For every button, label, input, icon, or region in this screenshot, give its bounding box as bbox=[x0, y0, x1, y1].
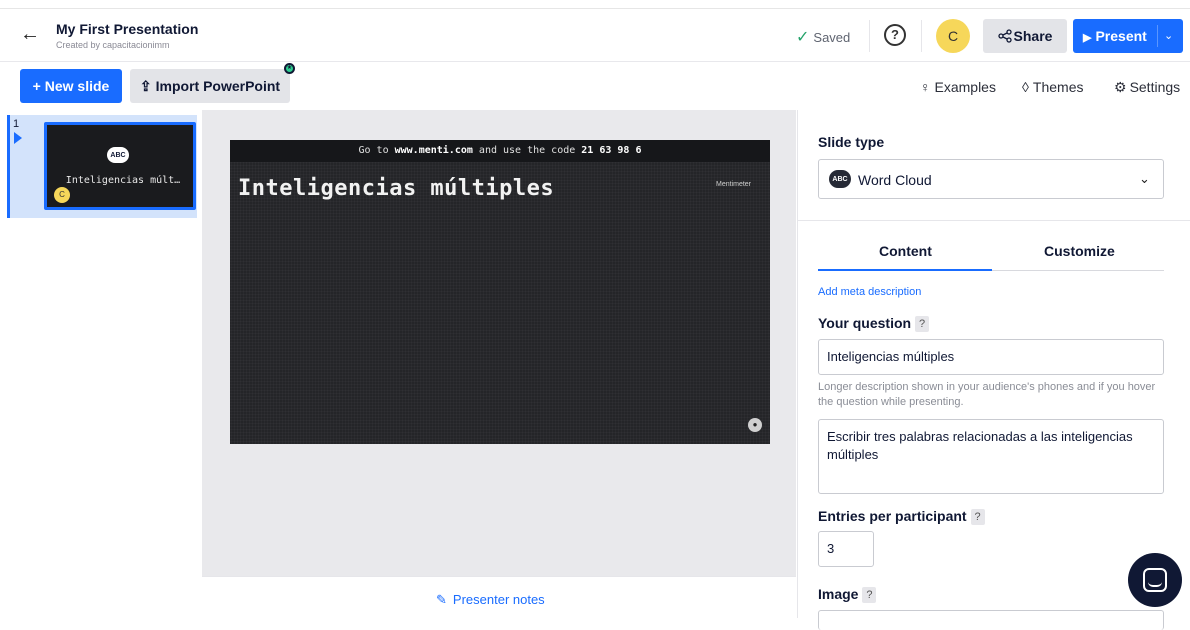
join-prefix: Go to bbox=[358, 145, 395, 156]
button-divider bbox=[1157, 25, 1158, 47]
join-middle: and use the code bbox=[472, 145, 582, 156]
tab-customize[interactable]: Customize bbox=[1044, 243, 1115, 259]
slides-panel: 1 ABC Inteligencias múlt… C bbox=[0, 110, 202, 618]
join-code: 21 63 98 6 bbox=[581, 145, 642, 156]
check-icon: ✓ bbox=[796, 29, 810, 46]
saved-label: Saved bbox=[813, 30, 851, 45]
add-meta-description-link[interactable]: Add meta description bbox=[818, 286, 921, 298]
back-arrow-icon[interactable]: ← bbox=[20, 24, 40, 44]
upload-icon: ⇪ bbox=[139, 78, 152, 94]
entries-text: Entries per participant bbox=[818, 508, 967, 524]
active-tab-indicator bbox=[818, 269, 992, 271]
drop-icon: ◊ bbox=[1022, 79, 1029, 95]
user-avatar[interactable]: C bbox=[936, 19, 970, 53]
thumbnail-title: Inteligencias múlt… bbox=[65, 175, 181, 186]
question-input[interactable]: Inteligencias múltiples bbox=[818, 339, 1164, 375]
image-label: Image? bbox=[818, 586, 877, 604]
word-cloud-icon: ABC bbox=[829, 170, 851, 188]
import-powerpoint-button[interactable]: ⇪ Import PowerPoint bbox=[130, 69, 290, 103]
join-instructions: Go to www.menti.com and use the code 21 … bbox=[230, 140, 770, 162]
lightbulb-icon: ♀ bbox=[920, 79, 931, 95]
presentation-creator: Created by capacitacionimm bbox=[56, 40, 170, 50]
examples-label: Examples bbox=[934, 79, 996, 95]
themes-link[interactable]: ◊ Themes bbox=[1022, 79, 1084, 95]
entries-input[interactable]: 3 bbox=[818, 531, 874, 567]
settings-link[interactable]: ⚙ Settings bbox=[1114, 79, 1180, 96]
slide-type-value: Word Cloud bbox=[858, 172, 932, 188]
saved-status: ✓ Saved bbox=[796, 27, 850, 47]
word-cloud-icon: ABC bbox=[107, 147, 129, 163]
present-options-chevron-icon[interactable]: ⌄ bbox=[1164, 19, 1173, 53]
divider bbox=[798, 220, 1190, 221]
your-question-text: Your question bbox=[818, 315, 912, 331]
import-label: Import PowerPoint bbox=[155, 78, 281, 94]
app-header: ← My First Presentation Created by capac… bbox=[0, 10, 1190, 62]
browser-top-strip bbox=[0, 0, 1190, 9]
image-text: Image bbox=[818, 586, 859, 602]
presenter-notes-bar: ✎ Presenter notes bbox=[202, 576, 796, 618]
themes-label: Themes bbox=[1032, 79, 1084, 95]
current-slide-play-icon bbox=[14, 132, 22, 144]
tab-bar-line bbox=[992, 270, 1164, 271]
thumbnail-avatar: C bbox=[54, 187, 70, 203]
play-icon: ▶ bbox=[1083, 32, 1092, 44]
participant-icon: ● bbox=[748, 418, 762, 432]
slide-type-select[interactable]: ABC Word Cloud ⌄ bbox=[818, 159, 1164, 199]
slide-editor-panel: Slide type ABC Word Cloud ⌄ Content Cust… bbox=[797, 110, 1190, 630]
chat-support-button[interactable] bbox=[1128, 553, 1182, 607]
slide-canvas-area: Go to www.menti.com and use the code 21 … bbox=[202, 110, 796, 576]
present-label: Present bbox=[1095, 28, 1147, 44]
question-help-icon[interactable]: ? bbox=[915, 316, 930, 333]
slide-number: 1 bbox=[13, 118, 20, 130]
join-site: www.menti.com bbox=[394, 145, 473, 156]
tab-content[interactable]: Content bbox=[879, 243, 932, 259]
description-help-text: Longer description shown in your audienc… bbox=[818, 381, 1156, 408]
presentation-title[interactable]: My First Presentation bbox=[56, 21, 198, 37]
help-button[interactable]: ? bbox=[884, 24, 906, 46]
chevron-down-icon: ⌄ bbox=[1139, 171, 1150, 186]
entries-help-icon[interactable]: ? bbox=[970, 509, 985, 526]
image-upload-box[interactable] bbox=[818, 610, 1164, 630]
divider bbox=[869, 20, 870, 52]
new-feature-star-icon: ★ bbox=[284, 63, 295, 74]
slide-preview[interactable]: Go to www.menti.com and use the code 21 … bbox=[230, 140, 770, 444]
presenter-notes-button[interactable]: ✎ Presenter notes bbox=[436, 592, 545, 608]
examples-link[interactable]: ♀ Examples bbox=[920, 79, 996, 95]
chat-icon bbox=[1143, 568, 1167, 592]
slide-title: Inteligencias múltiples bbox=[238, 176, 555, 201]
entries-label: Entries per participant? bbox=[818, 508, 985, 526]
your-question-label: Your question? bbox=[818, 315, 930, 333]
settings-label: Settings bbox=[1129, 79, 1181, 95]
mentimeter-logo: Mentimeter bbox=[716, 181, 752, 188]
slide-list-item[interactable]: 1 ABC Inteligencias múlt… C bbox=[7, 115, 197, 218]
pencil-icon: ✎ bbox=[436, 592, 447, 607]
slide-thumbnail[interactable]: ABC Inteligencias múlt… C bbox=[44, 122, 196, 210]
slide-type-label: Slide type bbox=[818, 134, 885, 150]
share-button[interactable]: Share bbox=[983, 19, 1067, 53]
divider bbox=[921, 20, 922, 52]
share-icon bbox=[997, 29, 1012, 43]
description-textarea[interactable]: Escribir tres palabras relacionadas a la… bbox=[818, 419, 1164, 494]
new-slide-button[interactable]: + New slide bbox=[20, 69, 122, 103]
present-button[interactable]: ▶ Present ⌄ bbox=[1073, 19, 1183, 53]
gear-icon: ⚙ bbox=[1114, 79, 1127, 95]
image-help-icon[interactable]: ? bbox=[862, 587, 877, 604]
presenter-notes-label: Presenter notes bbox=[452, 592, 545, 607]
editor-toolbar: + New slide ⇪ Import PowerPoint ★ ♀ Exampl… bbox=[0, 63, 1190, 110]
share-label: Share bbox=[1013, 28, 1053, 44]
